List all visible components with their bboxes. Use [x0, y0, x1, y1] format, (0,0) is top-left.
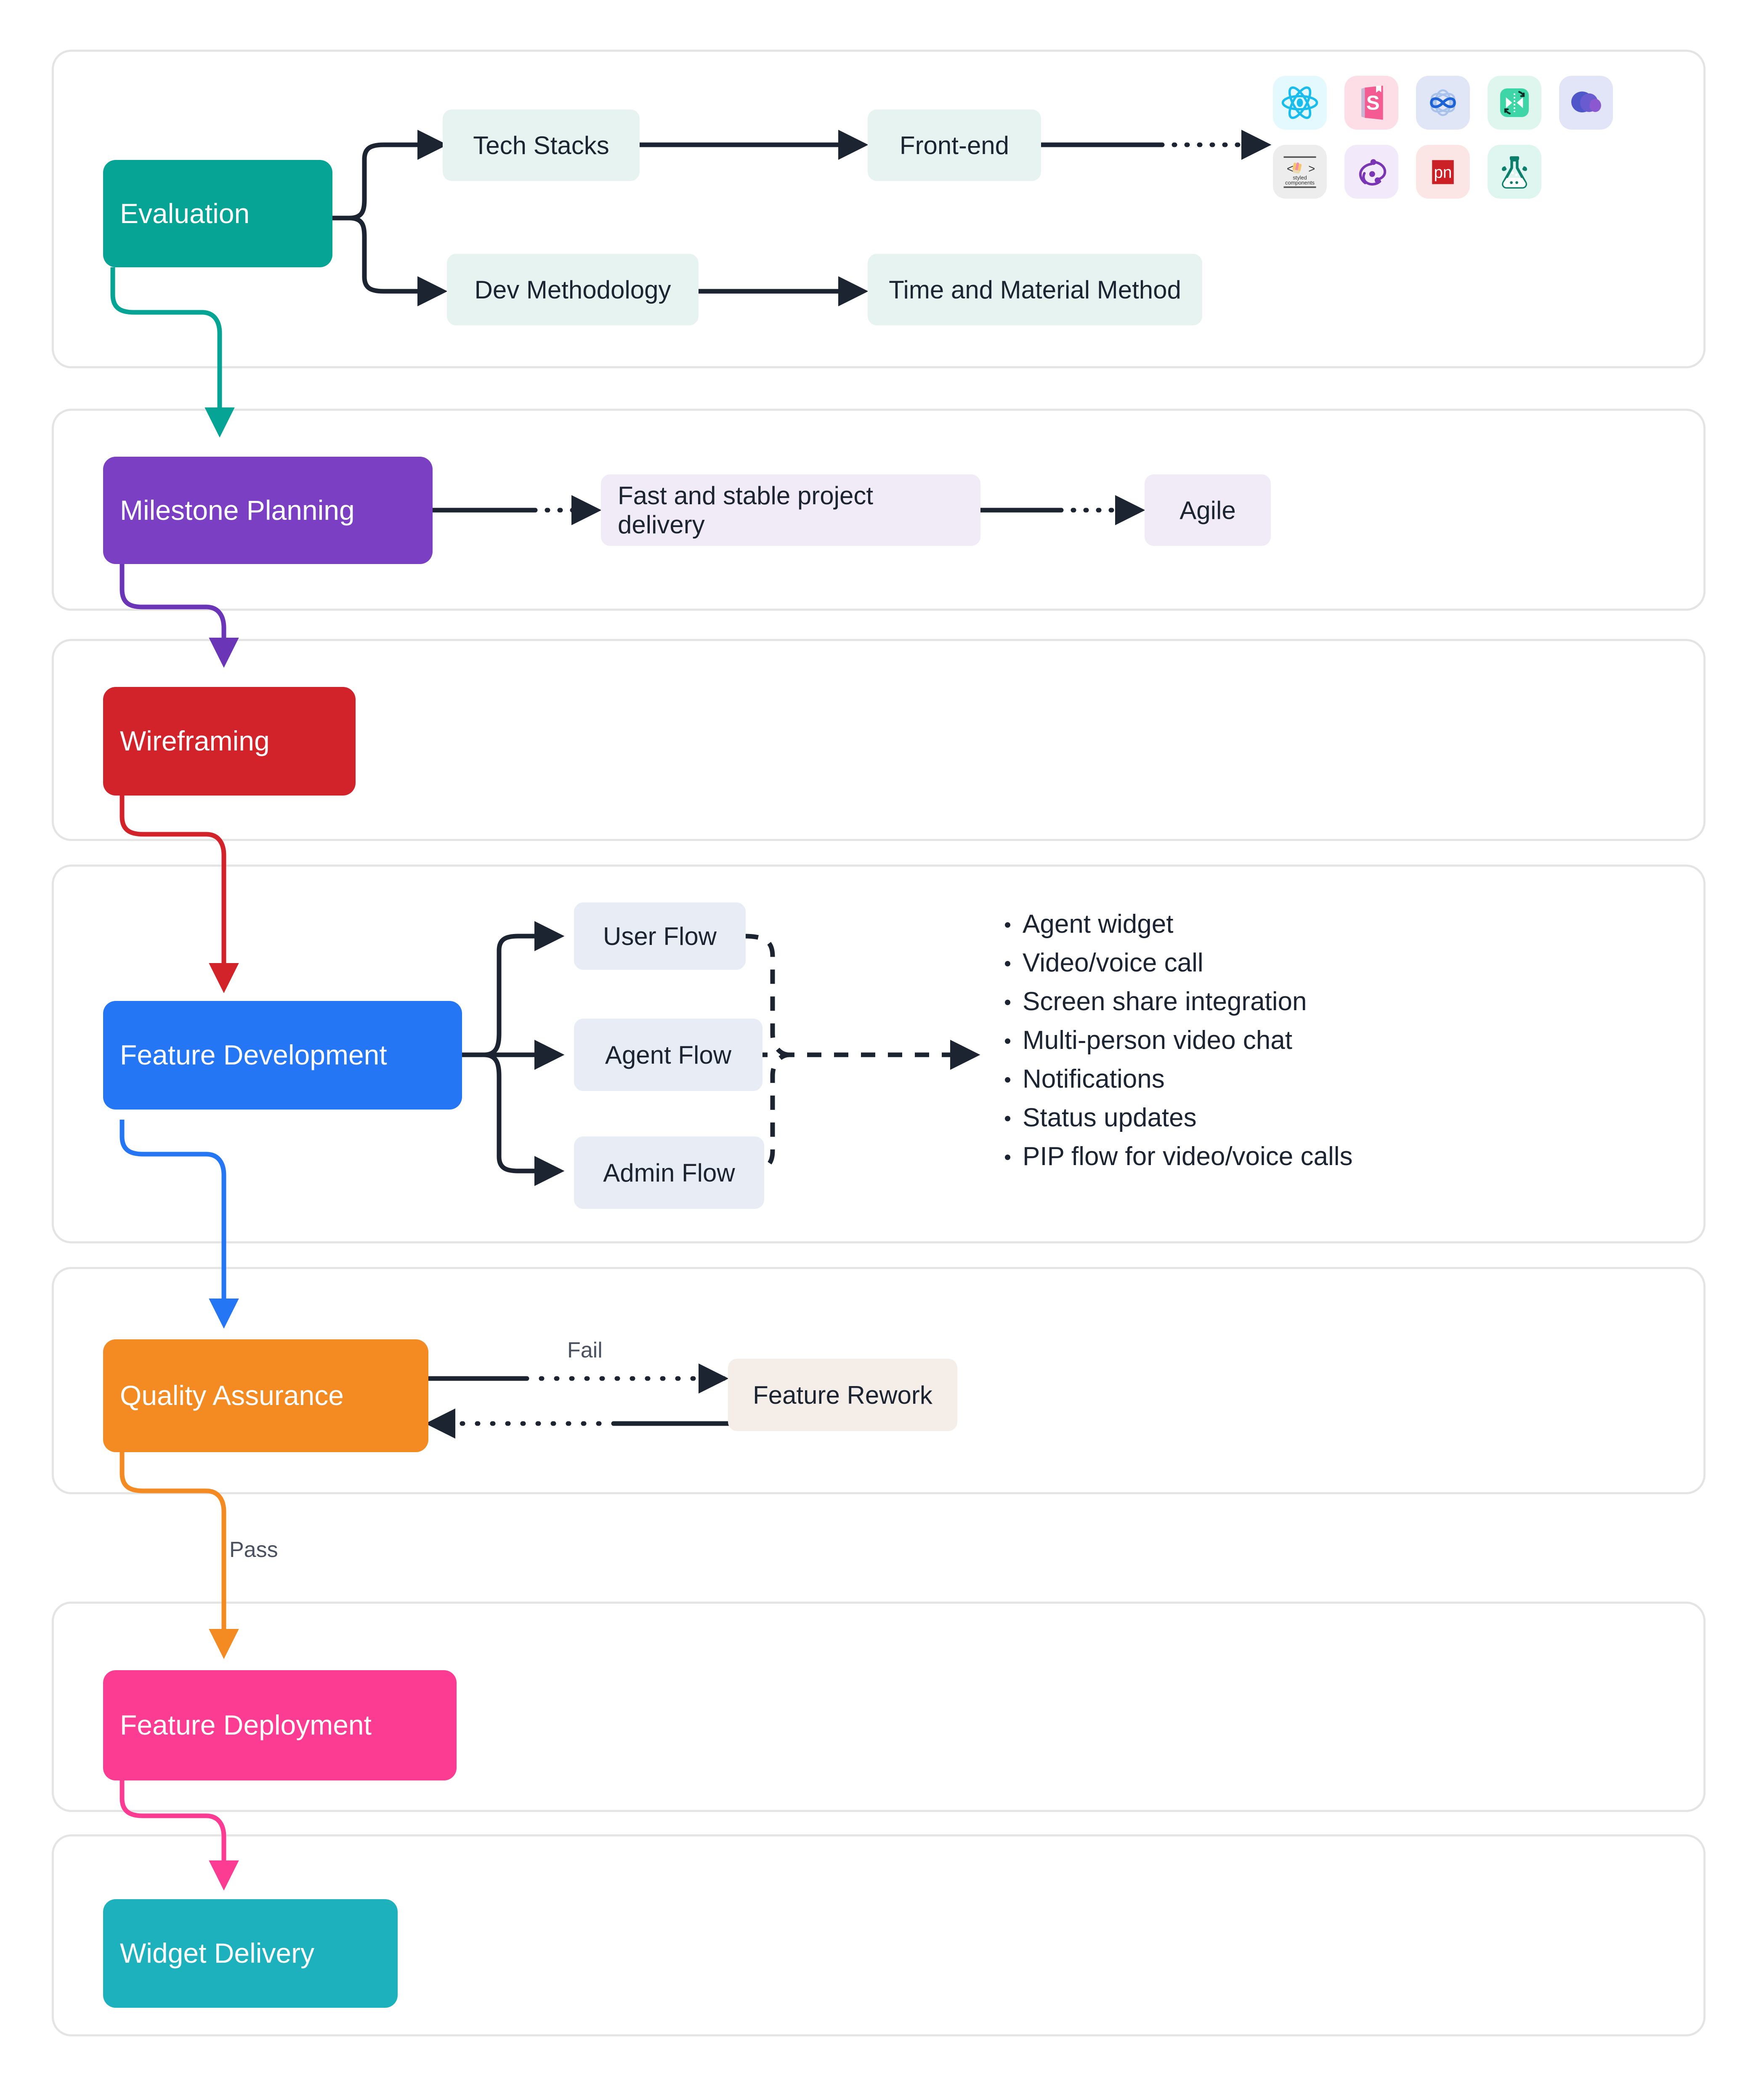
node-agent-flow[interactable]: Agent Flow — [574, 1019, 762, 1091]
node-wireframing-label: Wireframing — [120, 725, 270, 757]
node-feature-development[interactable]: Feature Development — [103, 1001, 462, 1110]
node-agent-flow-label: Agent Flow — [605, 1040, 731, 1070]
node-quality-assurance-label: Quality Assurance — [120, 1380, 344, 1412]
node-feature-deployment-label: Feature Deployment — [120, 1709, 372, 1741]
prisma-shapes-icon — [1559, 76, 1613, 130]
list-item: Video/voice call — [1023, 950, 1353, 976]
edge-label-fail: Fail — [567, 1338, 603, 1363]
node-admin-flow-label: Admin Flow — [603, 1158, 735, 1187]
node-feature-deployment[interactable]: Feature Deployment — [103, 1670, 457, 1780]
node-time-and-material[interactable]: Time and Material Method — [868, 254, 1202, 325]
svg-text:components: components — [1285, 179, 1315, 186]
tech-stack-row-1: S — [1273, 76, 1613, 130]
list-item: Multi-person video chat — [1023, 1027, 1353, 1054]
node-dev-methodology[interactable]: Dev Methodology — [447, 254, 699, 325]
node-evaluation[interactable]: Evaluation — [103, 160, 332, 267]
node-evaluation-label: Evaluation — [120, 198, 250, 230]
react-icon — [1273, 76, 1327, 130]
svg-text:S: S — [1366, 92, 1380, 114]
tech-stack-row-2: < > styled components — [1273, 145, 1613, 199]
node-wireframing[interactable]: Wireframing — [103, 687, 356, 796]
list-item: Screen share integration — [1023, 989, 1353, 1015]
redux-icon — [1344, 145, 1398, 199]
node-widget-delivery-label: Widget Delivery — [120, 1937, 314, 1969]
list-item: Notifications — [1023, 1066, 1353, 1092]
node-feature-rework[interactable]: Feature Rework — [728, 1359, 957, 1431]
node-quality-assurance[interactable]: Quality Assurance — [103, 1339, 428, 1452]
list-item: Status updates — [1023, 1105, 1353, 1131]
node-front-end[interactable]: Front-end — [868, 109, 1041, 181]
node-admin-flow[interactable]: Admin Flow — [574, 1136, 764, 1209]
node-fast-stable-delivery[interactable]: Fast and stable project delivery — [601, 474, 980, 546]
node-tech-stacks[interactable]: Tech Stacks — [443, 109, 640, 181]
svg-text:>: > — [1308, 162, 1315, 175]
flowchart-canvas: Evaluation Tech Stacks Front-end Dev Met… — [0, 0, 1764, 2081]
node-agile[interactable]: Agile — [1145, 474, 1271, 546]
react-query-icon — [1416, 76, 1470, 130]
node-user-flow-label: User Flow — [603, 922, 717, 951]
testing-flask-icon — [1488, 145, 1541, 199]
node-feature-development-label: Feature Development — [120, 1039, 387, 1071]
list-item: Agent widget — [1023, 911, 1353, 937]
react-mirror-icon — [1488, 76, 1541, 130]
node-milestone-planning-label: Milestone Planning — [120, 495, 355, 527]
node-user-flow[interactable]: User Flow — [574, 902, 746, 970]
pn-icon: pn — [1416, 145, 1470, 199]
storybook-icon: S — [1344, 76, 1398, 130]
edge-label-pass: Pass — [229, 1537, 278, 1562]
feature-list: Agent widget Video/voice call Screen sha… — [997, 911, 1353, 1170]
node-front-end-label: Front-end — [900, 131, 1009, 160]
list-item: PIP flow for video/voice calls — [1023, 1144, 1353, 1170]
node-widget-delivery[interactable]: Widget Delivery — [103, 1899, 398, 2008]
node-feature-rework-label: Feature Rework — [753, 1381, 932, 1410]
node-tech-stacks-label: Tech Stacks — [473, 131, 609, 160]
svg-text:pn: pn — [1434, 164, 1452, 182]
styled-components-icon: < > styled components — [1273, 145, 1327, 199]
node-dev-methodology-label: Dev Methodology — [475, 275, 671, 304]
tech-stack-icon-grid: S — [1273, 76, 1613, 214]
node-milestone-planning[interactable]: Milestone Planning — [103, 457, 433, 564]
node-agile-label: Agile — [1180, 496, 1235, 525]
node-time-and-material-label: Time and Material Method — [889, 275, 1181, 304]
node-fast-stable-delivery-label: Fast and stable project delivery — [618, 481, 964, 539]
svg-text:<: < — [1287, 162, 1294, 175]
